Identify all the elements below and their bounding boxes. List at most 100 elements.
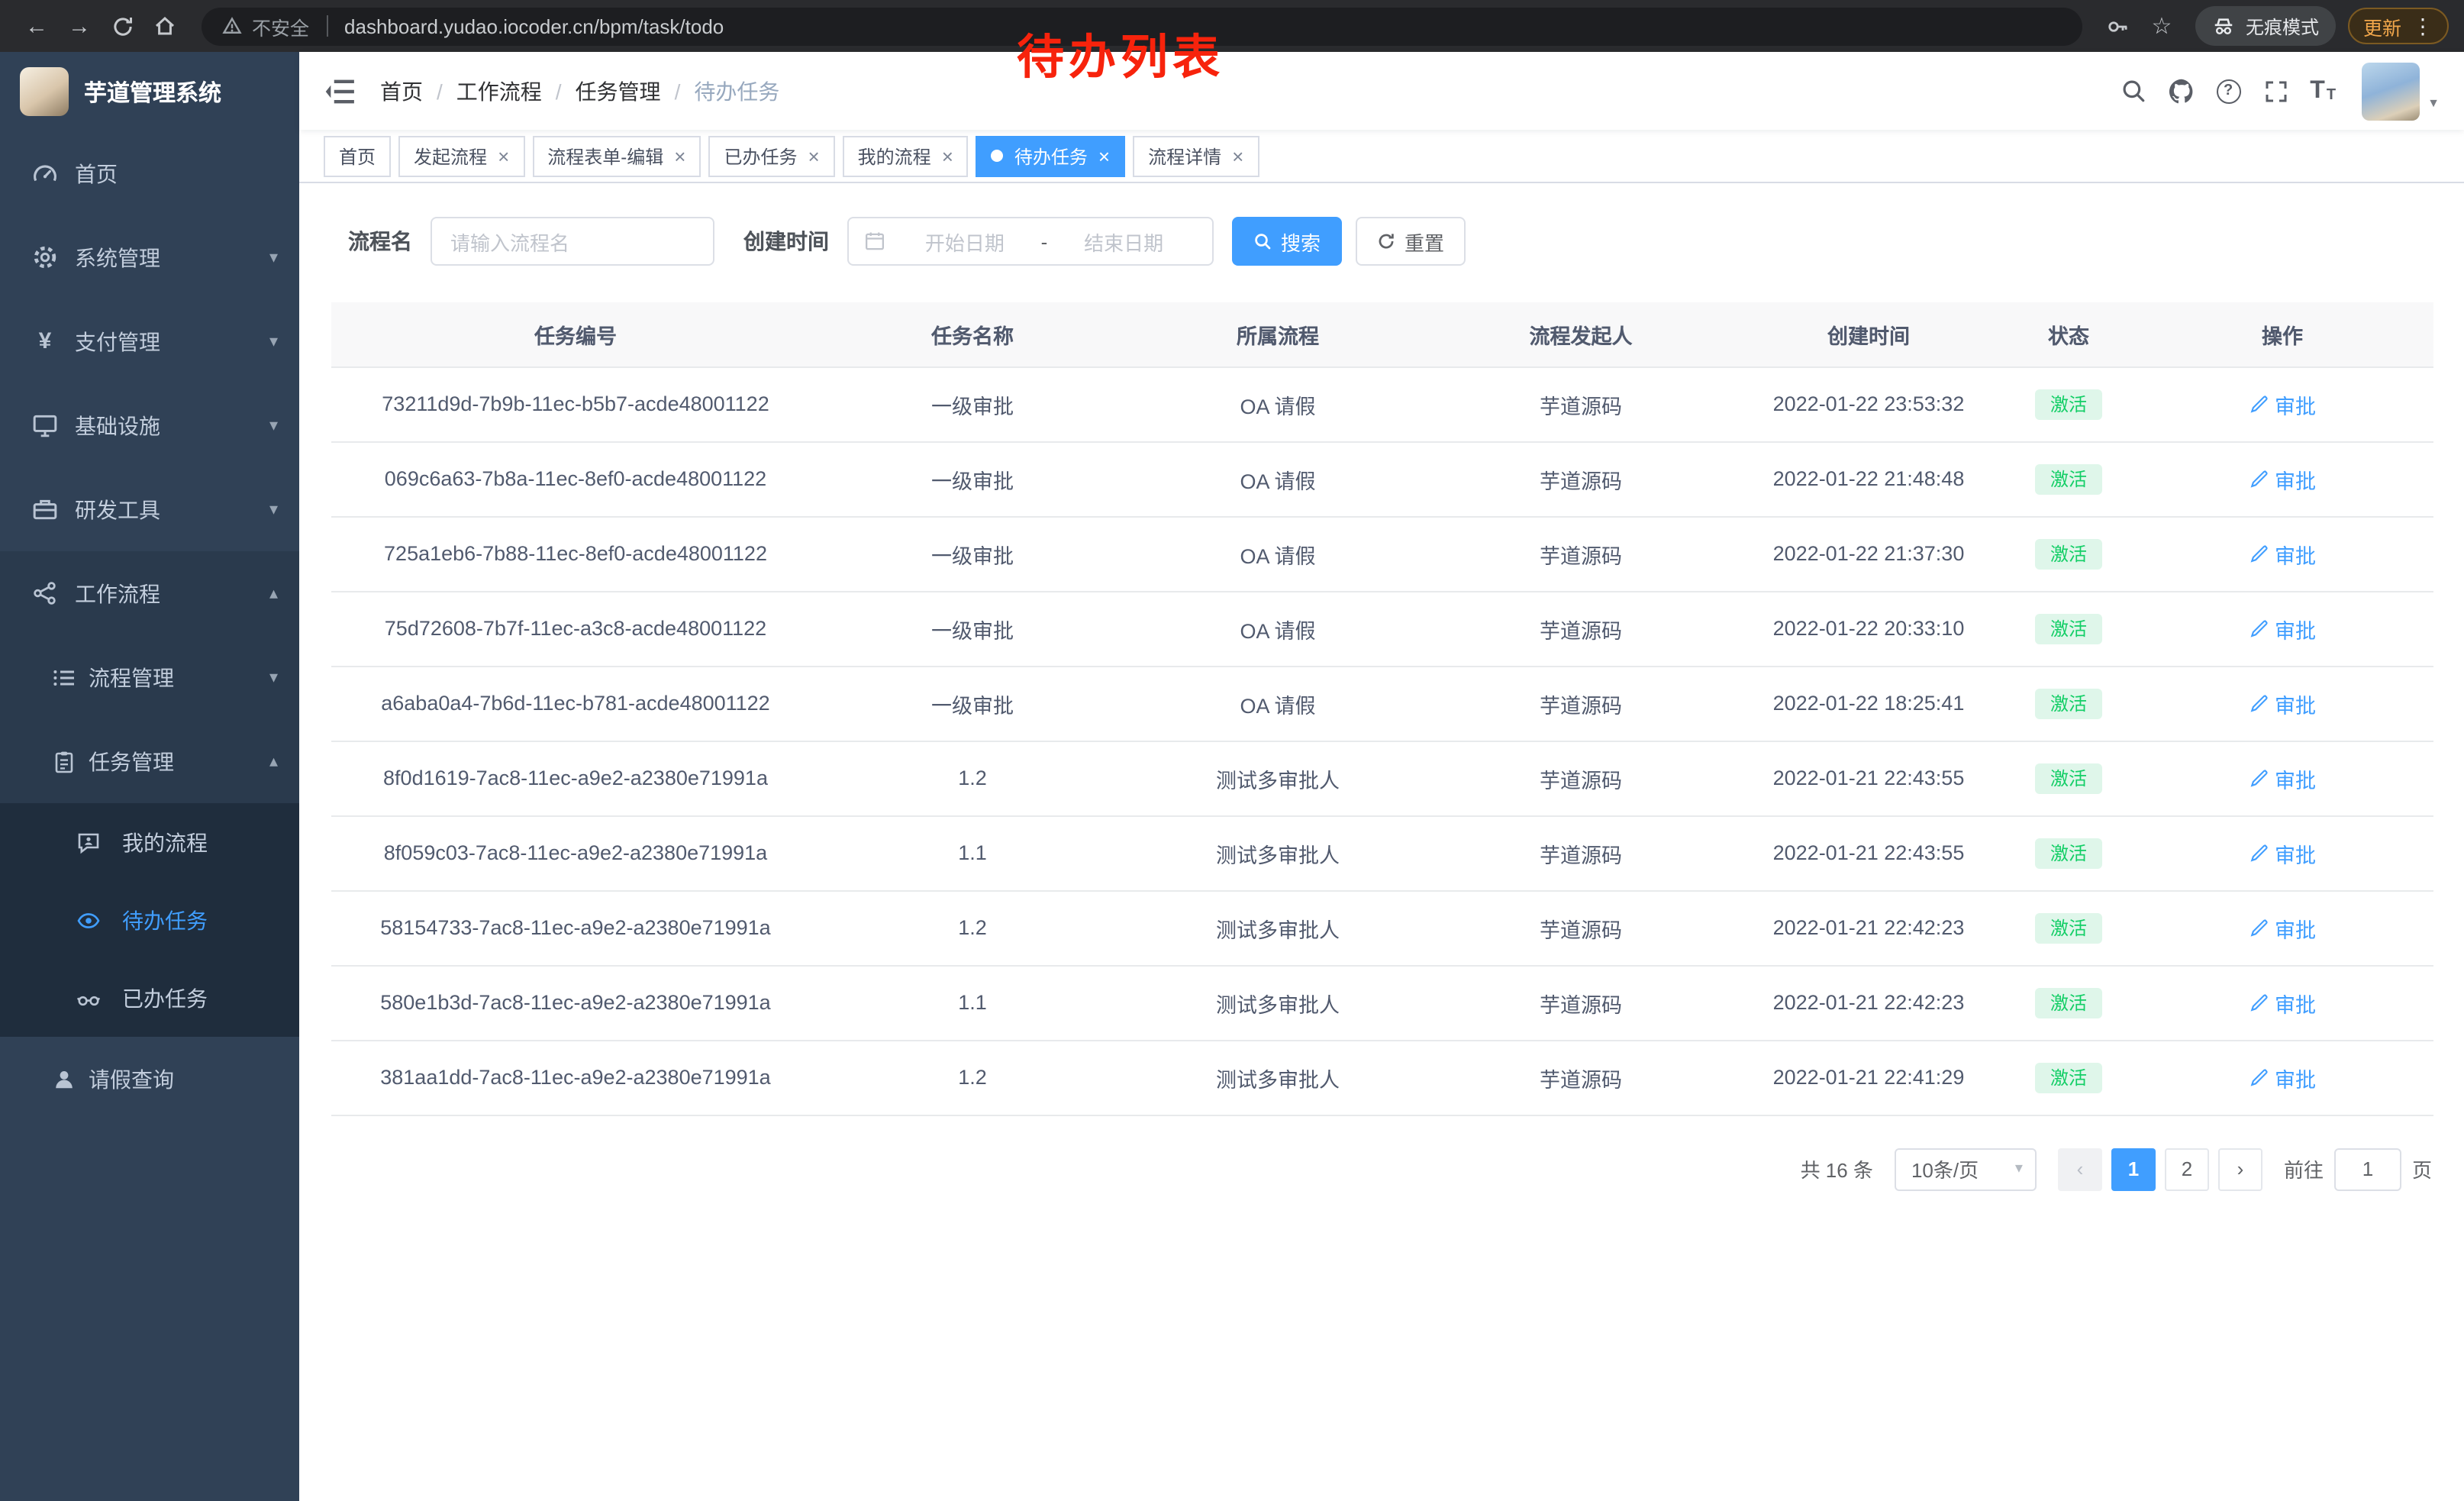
breadcrumb-separator: / (437, 79, 443, 103)
breadcrumb-workflow[interactable]: 工作流程 (456, 76, 542, 106)
breadcrumb-separator: / (556, 79, 562, 103)
start-date-placeholder: 开始日期 (892, 227, 1038, 256)
next-page-button[interactable]: › (2218, 1148, 2262, 1190)
url-text: dashboard.yudao.iocoder.cn/bpm/task/todo (344, 15, 724, 37)
status-badge: 激活 (2035, 838, 2102, 868)
address-bar[interactable]: 不安全 dashboard.yudao.iocoder.cn/bpm/task/… (202, 7, 2082, 45)
collapse-sidebar-icon[interactable] (324, 74, 357, 108)
approve-link[interactable]: 审批 (2249, 688, 2316, 718)
cell-process: 测试多审批人 (1125, 890, 1430, 965)
glasses-icon (76, 986, 101, 1010)
tab-label: 已办任务 (724, 143, 797, 169)
goto-page-input[interactable]: 1 (2334, 1148, 2401, 1190)
sidebar-item-todo-tasks[interactable]: 待办任务 (0, 881, 299, 959)
cell-process: 测试多审批人 (1125, 965, 1430, 1040)
sidebar-item-my-process[interactable]: 我的流程 (0, 803, 299, 881)
sidebar-item-workflow[interactable]: 工作流程 ▴ (0, 551, 299, 635)
page-size-select[interactable]: 10条/页 ▾ (1895, 1148, 2037, 1190)
sidebar-item-label: 任务管理 (89, 746, 174, 776)
avatar[interactable] (2362, 62, 2420, 120)
approve-link[interactable]: 审批 (2249, 763, 2316, 793)
back-button[interactable]: ← (15, 5, 58, 47)
sidebar-item-task-management[interactable]: 任务管理 ▴ (0, 719, 299, 803)
approve-link[interactable]: 审批 (2249, 463, 2316, 494)
reload-icon (111, 15, 134, 37)
cell-initiator: 芋道源码 (1430, 1040, 1731, 1115)
cell-task-id: 725a1eb6-7b88-11ec-8ef0-acde48001122 (331, 516, 820, 591)
home-button[interactable] (144, 5, 186, 47)
password-key-button[interactable] (2098, 5, 2140, 47)
search-button[interactable]: 搜索 (1232, 217, 1342, 266)
bookmark-button[interactable]: ☆ (2140, 5, 2183, 47)
cell-task-name: 1.1 (820, 815, 1125, 890)
reload-button[interactable] (101, 5, 144, 47)
tab-form-edit[interactable]: 流程表单-编辑 × (532, 135, 701, 176)
sidebar-menu: 首页 系统管理 ▾ ¥ 支付管理 ▾ 基础设施 ▾ (0, 131, 299, 1501)
table-header-row: 任务编号 任务名称 所属流程 流程发起人 创建时间 状态 操作 (331, 302, 2433, 366)
sidebar-item-system-management[interactable]: 系统管理 ▾ (0, 215, 299, 299)
avatar-caret-icon[interactable]: ▼ (2427, 96, 2440, 110)
close-icon[interactable]: × (1098, 146, 1110, 166)
approve-link[interactable]: 审批 (2249, 838, 2316, 868)
breadcrumb-home[interactable]: 首页 (380, 76, 423, 106)
cell-process: 测试多审批人 (1125, 1040, 1430, 1115)
dashboard-icon (32, 160, 58, 186)
font-size-button[interactable]: TT (2299, 67, 2346, 115)
status-badge: 激活 (2035, 613, 2102, 644)
approve-link[interactable]: 审批 (2249, 912, 2316, 943)
pagination-total: 共 16 条 (1801, 1154, 1873, 1183)
sidebar-item-payment-management[interactable]: ¥ 支付管理 ▾ (0, 299, 299, 383)
sidebar-item-leave-query[interactable]: 请假查询 (0, 1037, 299, 1121)
table-row: 58154733-7ac8-11ec-a9e2-a2380e71991a 1.2… (331, 890, 2433, 965)
sidebar-item-process-management[interactable]: 流程管理 ▾ (0, 635, 299, 719)
process-name-input[interactable]: 请输入流程名 (431, 217, 714, 266)
chat-person-icon (76, 830, 101, 854)
tab-todo-tasks[interactable]: 待办任务 × (976, 135, 1125, 176)
approve-link[interactable]: 审批 (2249, 1062, 2316, 1093)
tab-label: 流程表单-编辑 (547, 143, 663, 169)
help-button[interactable]: ? (2204, 67, 2252, 115)
cell-status: 激活 (2006, 366, 2131, 441)
header-search-button[interactable] (2110, 67, 2157, 115)
cell-task-id: 580e1b3d-7ac8-11ec-a9e2-a2380e71991a (331, 965, 820, 1040)
cell-task-name: 一级审批 (820, 591, 1125, 666)
question-icon: ? (2216, 79, 2240, 103)
cell-created: 2022-01-21 22:42:23 (1731, 890, 2006, 965)
approve-link[interactable]: 审批 (2249, 613, 2316, 644)
approve-link[interactable]: 审批 (2249, 538, 2316, 569)
main-area: 首页 / 工作流程 / 任务管理 / 待办任务 ? (299, 52, 2464, 1501)
cell-status: 激活 (2006, 890, 2131, 965)
close-icon[interactable]: × (808, 146, 819, 166)
breadcrumb-task-management[interactable]: 任务管理 (576, 76, 661, 106)
close-icon[interactable]: × (498, 146, 509, 166)
tab-home[interactable]: 首页 (324, 135, 391, 176)
tab-initiate-process[interactable]: 发起流程 × (398, 135, 524, 176)
close-icon[interactable]: × (942, 146, 953, 166)
tab-my-process[interactable]: 我的流程 × (843, 135, 969, 176)
github-button[interactable] (2157, 67, 2204, 115)
page-button-1[interactable]: 1 (2111, 1148, 2156, 1190)
close-icon[interactable]: × (674, 146, 685, 166)
menu-dots-icon[interactable]: ⋮ (2412, 13, 2433, 39)
forward-button[interactable]: → (58, 5, 101, 47)
prev-page-button[interactable]: ‹ (2058, 1148, 2102, 1190)
fullscreen-button[interactable] (2252, 67, 2299, 115)
cell-action: 审批 (2131, 366, 2433, 441)
approve-link[interactable]: 审批 (2249, 389, 2316, 419)
reset-button[interactable]: 重置 (1356, 217, 1466, 266)
page-button-2[interactable]: 2 (2165, 1148, 2209, 1190)
close-icon[interactable]: × (1232, 146, 1243, 166)
update-button[interactable]: 更新 ⋮ (2348, 8, 2449, 44)
chevron-down-icon: ▾ (269, 331, 278, 351)
sidebar-item-done-tasks[interactable]: 已办任务 (0, 959, 299, 1037)
date-range-separator: - (1038, 230, 1051, 253)
sidebar-item-label: 已办任务 (122, 983, 208, 1013)
update-label: 更新 (2363, 11, 2401, 40)
sidebar-item-infrastructure[interactable]: 基础设施 ▾ (0, 383, 299, 467)
sidebar-item-dev-tools[interactable]: 研发工具 ▾ (0, 467, 299, 551)
date-range-picker[interactable]: 开始日期 - 结束日期 (847, 217, 1214, 266)
tab-process-detail[interactable]: 流程详情 × (1133, 135, 1259, 176)
sidebar-item-home[interactable]: 首页 (0, 131, 299, 215)
tab-done-tasks[interactable]: 已办任务 × (708, 135, 834, 176)
approve-link[interactable]: 审批 (2249, 987, 2316, 1018)
